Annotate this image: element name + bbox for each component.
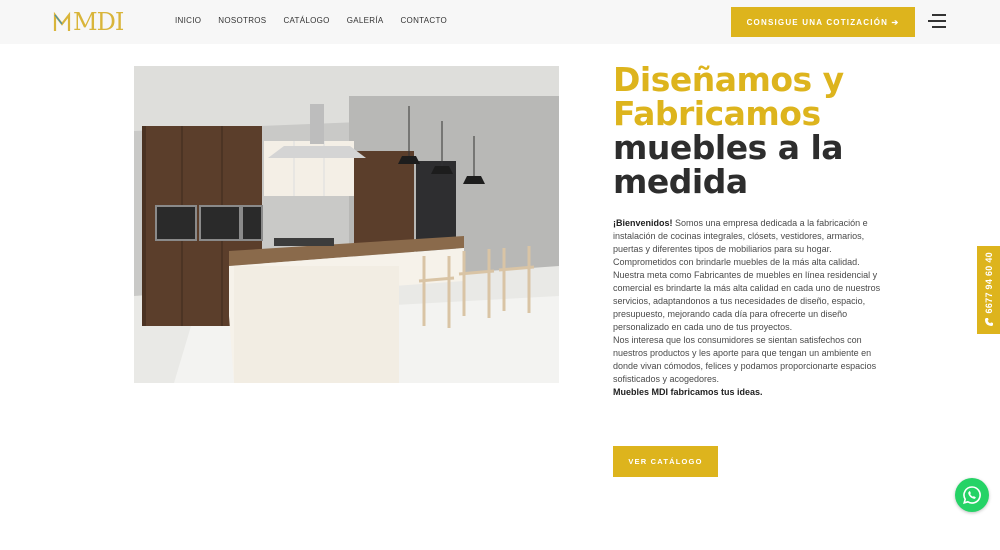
intro-tagline: Muebles MDI fabricamos tus ideas. — [613, 386, 883, 399]
intro-paragraph-2: Nuestra meta como Fabricantes de muebles… — [613, 270, 881, 332]
nav-item-contacto[interactable]: CONTACTO — [400, 15, 447, 27]
nav-item-nosotros[interactable]: NOSOTROS — [218, 15, 266, 27]
nav-item-galeria[interactable]: GALERÍA — [347, 15, 384, 27]
view-catalog-button[interactable]: VER CATÁLOGO — [613, 446, 718, 477]
logo-mark-icon — [53, 11, 71, 31]
nav-item-inicio[interactable]: INICIO — [175, 15, 201, 27]
intro-paragraph-3: Nos interesa que los consumidores se sie… — [613, 335, 877, 384]
logo[interactable]: MDI — [53, 8, 137, 36]
tagline-text: Muebles MDI fabricamos tus ideas. — [613, 387, 763, 397]
page-title: Diseñamos y Fabricamos muebles a la medi… — [613, 63, 893, 199]
whatsapp-glyph-icon — [963, 486, 981, 504]
nav-item-catalogo[interactable]: CATÁLOGO — [283, 15, 329, 27]
quote-button[interactable]: CONSIGUE UNA COTIZACIÓN ➔ — [731, 7, 915, 37]
title-line-gold-1: Diseñamos y — [613, 60, 844, 99]
phone-number: 6677 94 60 40 — [983, 252, 994, 314]
main-nav: INICIO NOSOTROS CATÁLOGO GALERÍA CONTACT… — [175, 15, 464, 27]
whatsapp-icon[interactable] — [955, 478, 989, 512]
title-line-gold-2: Fabricamos — [613, 94, 821, 133]
phone-tab[interactable]: 6677 94 60 40 — [977, 246, 1000, 334]
logo-text: MDI — [73, 8, 124, 36]
kitchen-photo — [134, 66, 559, 383]
intro-paragraph-1: ¡Bienvenidos! Somos una empresa dedicada… — [613, 217, 883, 269]
hamburger-icon[interactable] — [928, 13, 946, 29]
page: MDI INICIO NOSOTROS CATÁLOGO GALERÍA CON… — [0, 0, 1000, 550]
welcome-text: ¡Bienvenidos! — [613, 218, 673, 228]
intro-text: ¡Bienvenidos! Somos una empresa dedicada… — [613, 217, 883, 399]
phone-icon — [984, 318, 993, 327]
site-header: MDI INICIO NOSOTROS CATÁLOGO GALERÍA CON… — [0, 0, 1000, 44]
title-line-dark-1: muebles a la — [613, 128, 844, 167]
title-line-dark-2: medida — [613, 162, 748, 201]
